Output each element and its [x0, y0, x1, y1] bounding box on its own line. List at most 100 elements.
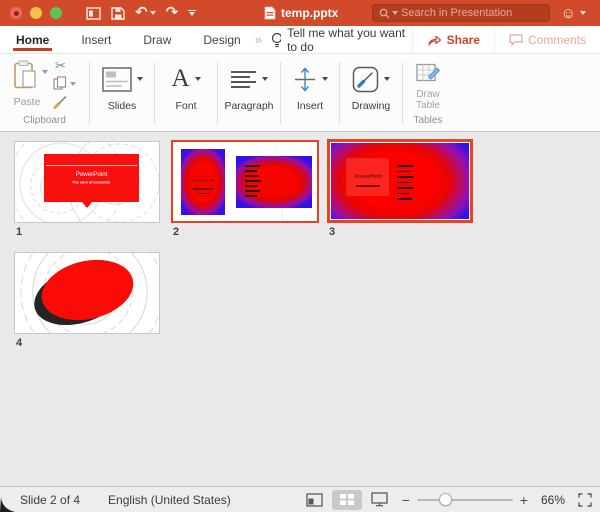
slide2-left-shape: PowerPoint — [181, 149, 225, 215]
comments-label: Comments — [527, 32, 586, 47]
title-placeholder: PowerPoint The core of elements — [43, 154, 139, 208]
paragraph-label: Paragraph — [224, 100, 274, 112]
normal-view-button[interactable] — [305, 492, 323, 507]
titlebar: ↶ ↷ temp.pptx ☺ — [0, 0, 600, 26]
undo-button[interactable]: ↶ — [135, 4, 156, 21]
tab-overflow-chevrons[interactable]: » — [255, 32, 262, 47]
chevron-down-icon — [580, 11, 586, 15]
share-icon — [428, 35, 441, 46]
slide-number-3: 3 — [329, 226, 336, 238]
draw-table-label[interactable]: Draw Table — [408, 89, 448, 111]
slide-thumbnail-4[interactable] — [14, 252, 160, 334]
zoom-slider-thumb[interactable] — [438, 493, 452, 506]
save-icon — [111, 6, 125, 20]
mouse-cursor — [0, 497, 15, 512]
search-field[interactable] — [372, 4, 550, 22]
slide-position-indicator: Slide 2 of 4 — [20, 492, 81, 507]
paste-label[interactable]: Paste — [6, 96, 48, 108]
ribbon-panel-icon — [86, 6, 101, 20]
feedback-button[interactable]: ☺ — [561, 0, 586, 26]
slide-number-1: 1 — [16, 226, 23, 238]
chevron-down-icon — [136, 77, 143, 81]
format-painter-icon[interactable] — [53, 95, 68, 109]
window-title: temp.pptx — [264, 0, 338, 26]
slideshow-view-button[interactable] — [370, 492, 388, 507]
chevron-down-icon — [194, 77, 201, 81]
paste-icon[interactable] — [12, 60, 38, 90]
share-label: Share — [446, 32, 480, 47]
slide2-card-title: PowerPoint — [192, 178, 215, 184]
comment-icon — [509, 34, 523, 46]
copy-icon[interactable] — [53, 76, 67, 90]
ribbon-home: ✂ Paste Clipboard Slides A Font Paragrap… — [0, 54, 600, 132]
slide-cell-1: PowerPoint The core of elements 1 — [14, 141, 160, 238]
chevron-down-icon — [392, 11, 398, 15]
zoom-slider-track[interactable] — [416, 498, 513, 501]
zoom-level[interactable]: 66% — [541, 493, 565, 507]
paragraph-dropdown[interactable]: Paragraph — [218, 54, 280, 131]
chevron-down-icon — [384, 77, 390, 81]
redo-icon: ↷ — [165, 4, 179, 21]
save-button[interactable] — [111, 6, 125, 20]
chevron-down-icon — [149, 11, 156, 15]
fit-to-window-button[interactable] — [578, 492, 592, 507]
tab-draw[interactable]: Draw — [141, 26, 173, 54]
customize-toolbar-button[interactable] — [188, 9, 197, 17]
slides-icon — [101, 66, 132, 92]
lightbulb-icon — [271, 32, 282, 47]
search-input[interactable] — [401, 7, 543, 19]
paragraph-icon — [231, 70, 256, 88]
font-icon: A — [171, 65, 190, 92]
status-bar: Slide 2 of 4 English (United States) − +… — [0, 486, 600, 512]
insert-label: Insert — [296, 100, 324, 112]
zoom-in-button[interactable]: + — [520, 493, 528, 507]
search-icon — [379, 8, 389, 18]
drawing-icon — [352, 66, 379, 92]
font-label: Font — [175, 100, 197, 112]
text-line — [356, 185, 381, 187]
tab-design[interactable]: Design — [201, 26, 242, 54]
comments-button[interactable]: Comments — [493, 25, 600, 54]
slide3-title: PowerPoint — [354, 173, 383, 180]
clipboard-group-label: Clipboard — [23, 115, 66, 126]
slide-thumbnail-3[interactable]: PowerPoint — [327, 139, 473, 223]
tab-home[interactable]: Home — [12, 26, 53, 54]
document-icon — [264, 6, 276, 20]
document-title: temp.pptx — [281, 6, 339, 20]
slide-sorter-view-button[interactable] — [331, 489, 362, 510]
tab-insert[interactable]: Insert — [79, 26, 113, 54]
smiley-icon: ☺ — [560, 4, 576, 22]
text-line — [193, 188, 213, 190]
tables-group-label: Tables — [413, 115, 443, 126]
redo-button[interactable]: ↷ — [165, 4, 179, 21]
tell-me-label: Tell me what you want to do — [287, 25, 406, 54]
tell-me-box[interactable]: Tell me what you want to do — [271, 26, 412, 54]
chevron-down-icon[interactable] — [42, 70, 48, 74]
close-button[interactable] — [10, 7, 22, 19]
drawing-dropdown[interactable]: Drawing — [340, 54, 402, 131]
language-indicator[interactable]: English (United States) — [108, 493, 231, 507]
undo-icon: ↶ — [135, 4, 148, 21]
chevron-down-icon[interactable] — [70, 82, 76, 86]
slides-dropdown[interactable]: Slides — [90, 54, 154, 131]
slides-label: Slides — [107, 100, 137, 112]
cut-icon[interactable]: ✂ — [55, 58, 66, 74]
zoom-slider[interactable] — [416, 493, 513, 506]
slide-thumbnail-2[interactable]: PowerPoint — [171, 140, 319, 223]
font-dropdown[interactable]: A Font — [155, 54, 217, 131]
slide-cell-2: PowerPoint 2 — [171, 140, 319, 238]
ribbon-group-tables: Draw Table Tables — [403, 54, 453, 131]
toggle-ribbon-button[interactable] — [86, 6, 101, 20]
zoom-window-button[interactable] — [50, 7, 62, 19]
slide1-subtitle: The core of elements — [72, 179, 111, 185]
share-button[interactable]: Share — [411, 25, 494, 54]
draw-table-icon[interactable] — [415, 62, 441, 87]
zoom-out-button[interactable]: − — [402, 493, 410, 507]
slide2-right-shape — [236, 156, 312, 208]
slide-thumbnail-1[interactable]: PowerPoint The core of elements — [14, 141, 160, 223]
chevron-down-icon — [321, 77, 328, 81]
window-controls — [10, 7, 62, 19]
minimize-button[interactable] — [30, 7, 42, 19]
insert-dropdown[interactable]: Insert — [281, 54, 339, 131]
ribbon-tabs: Home Insert Draw Design » Tell me what y… — [0, 25, 600, 54]
